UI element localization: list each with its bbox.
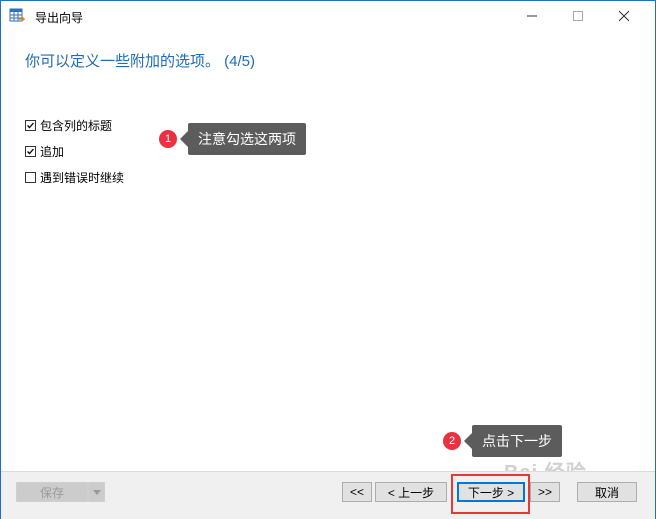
include-headers-checkbox[interactable] — [25, 120, 36, 131]
save-dropdown-button[interactable] — [88, 482, 105, 502]
option-include-headers[interactable]: 包含列的标题 — [25, 119, 124, 133]
append-label: 追加 — [40, 145, 65, 159]
previous-step-button[interactable]: < 上一步 — [375, 482, 447, 502]
first-step-button[interactable]: << — [342, 482, 372, 502]
table-export-icon — [9, 8, 25, 22]
step-heading: 你可以定义一些附加的选项。 (4/5) — [25, 53, 256, 70]
check-icon — [27, 148, 34, 155]
export-wizard-window: 导出向导 你可以定义一些附加的选项。 (4/5) 包含列的标题 追加 遇到错误时… — [0, 0, 656, 519]
save-button[interactable]: 保存 — [16, 482, 88, 502]
append-checkbox[interactable] — [25, 146, 36, 157]
minimize-button[interactable] — [509, 1, 555, 31]
maximize-button[interactable] — [555, 1, 601, 31]
minimize-icon — [527, 15, 537, 17]
include-headers-label: 包含列的标题 — [40, 119, 113, 133]
option-continue-on-error[interactable]: 遇到错误时继续 — [25, 171, 125, 185]
continue-on-error-label: 遇到错误时继续 — [40, 171, 125, 185]
dropdown-arrow-icon — [92, 489, 101, 495]
close-button[interactable] — [601, 1, 647, 31]
next-step-button[interactable]: 下一步 > — [457, 482, 525, 502]
options-list: 包含列的标题 追加 遇到错误时继续 — [25, 119, 124, 197]
window-title: 导出向导 — [35, 11, 84, 25]
cancel-button[interactable]: 取消 — [577, 482, 637, 502]
annotation-badge-1: 1 — [159, 130, 177, 148]
last-step-button[interactable]: >> — [530, 482, 560, 502]
annotation-badge-2: 2 — [443, 432, 461, 450]
check-icon — [27, 122, 34, 129]
option-append[interactable]: 追加 — [25, 145, 124, 159]
close-icon — [619, 11, 629, 21]
wizard-footer: 保存 << < 上一步 下一步 > >> 取消 — [1, 471, 655, 519]
title-bar: 导出向导 — [1, 1, 655, 31]
annotation-callout-2: 点击下一步 — [464, 425, 562, 457]
continue-on-error-checkbox[interactable] — [25, 172, 36, 183]
annotation-callout-1: 注意勾选这两项 — [180, 123, 306, 155]
maximize-icon — [573, 11, 583, 21]
